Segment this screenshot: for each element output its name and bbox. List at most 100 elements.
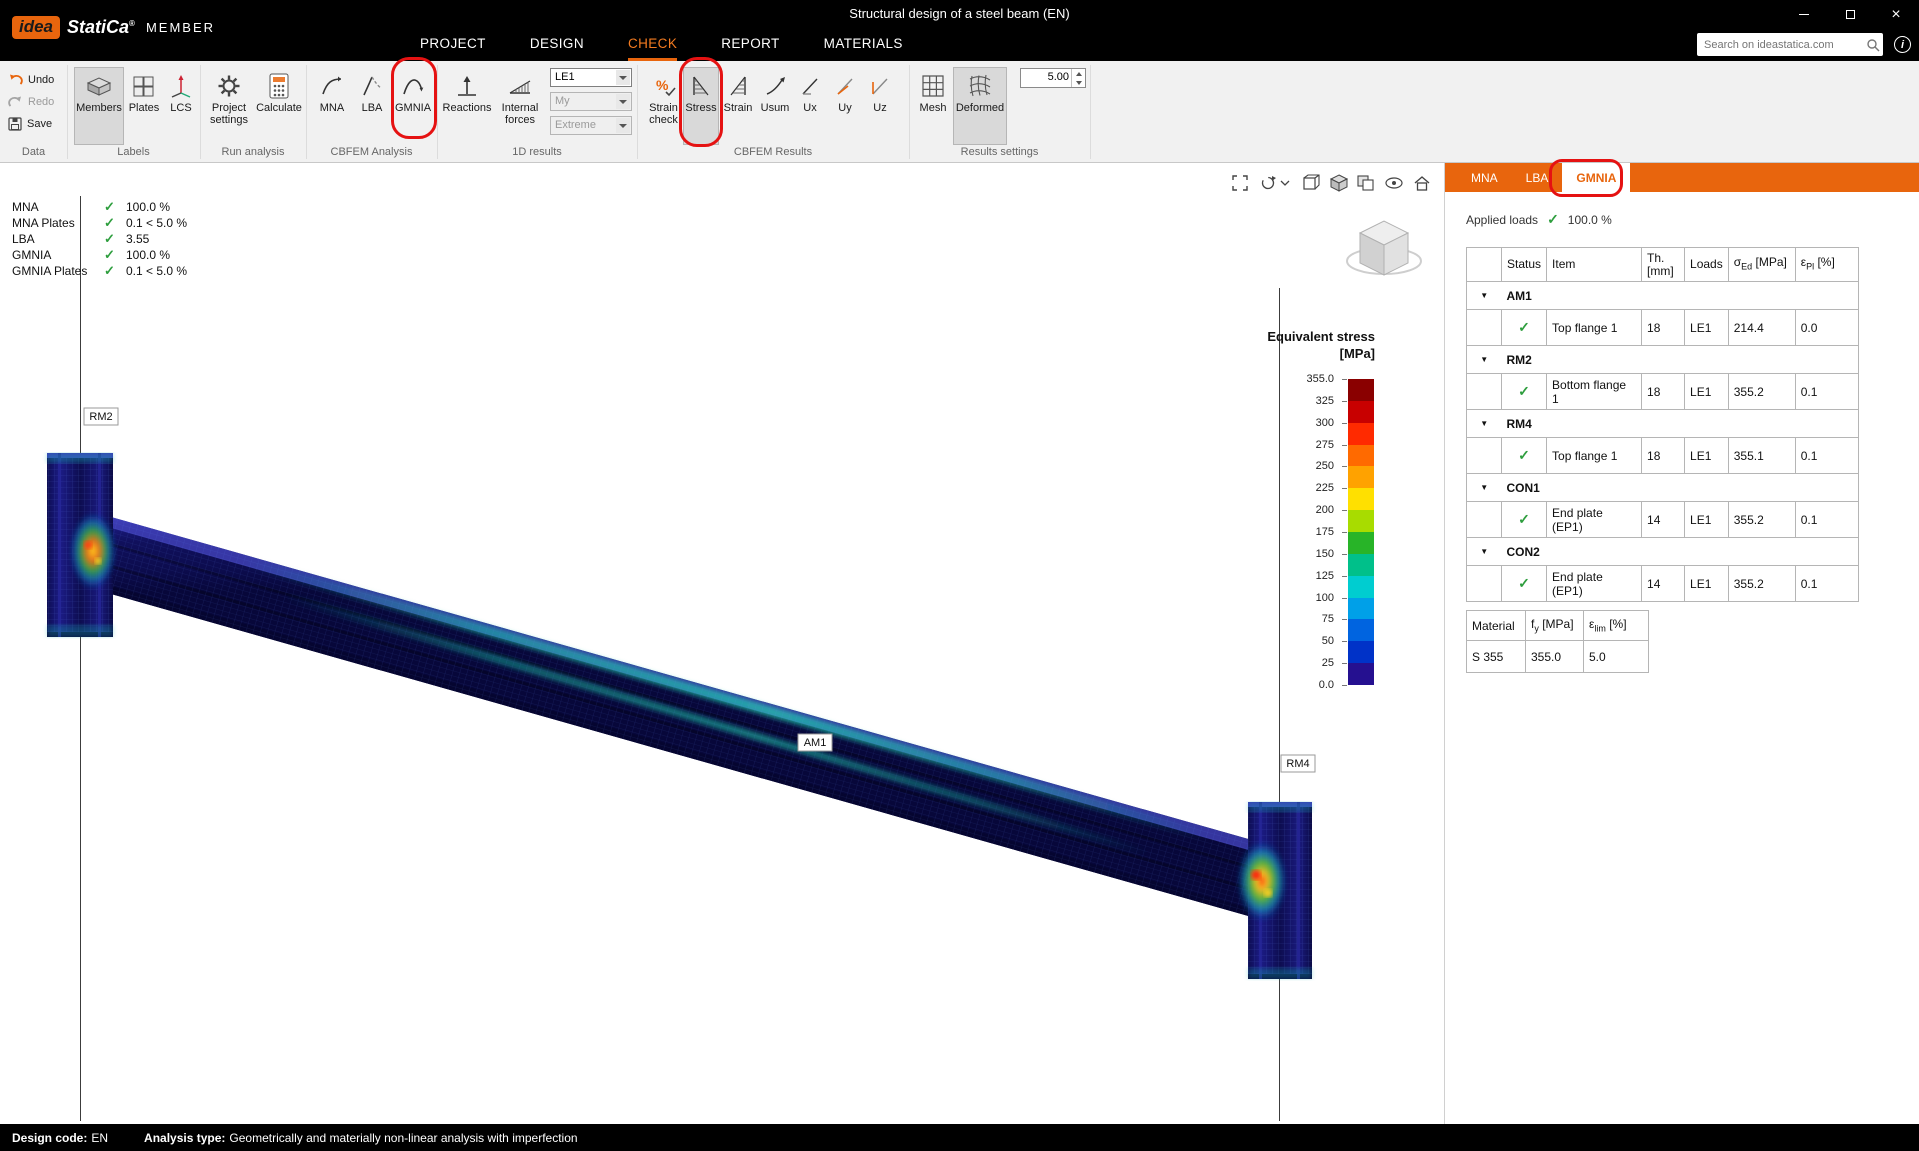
menu-item-project[interactable]: PROJECT — [420, 28, 486, 61]
ux-icon — [799, 70, 821, 102]
group-label-run-analysis: Run analysis — [200, 146, 306, 158]
search-input[interactable] — [1697, 39, 1863, 51]
legend-tick-label: 125 — [1254, 570, 1334, 582]
ribbon-separator — [437, 65, 438, 159]
view-faces-button[interactable] — [1354, 173, 1378, 193]
menu-item-report[interactable]: REPORT — [721, 28, 779, 61]
column-rm4[interactable] — [1236, 802, 1312, 979]
result-row[interactable]: ✓Bottom flange 118LE1355.20.1 — [1467, 374, 1859, 410]
expander-icon[interactable]: ▼ — [1467, 410, 1502, 438]
tab-lba[interactable]: LBA — [1512, 163, 1563, 192]
ribbon-separator — [200, 65, 201, 159]
plates-toggle[interactable]: Plates — [127, 68, 161, 144]
result-row[interactable]: ✓Top flange 118LE1214.40.0 — [1467, 310, 1859, 346]
expander-icon[interactable]: ▼ — [1467, 474, 1502, 502]
model-viewport[interactable]: RM2 AM1 RM4 MNA✓100.0 %MNA Plates✓0.1 < … — [0, 163, 1444, 1124]
window-title: Structural design of a steel beam (EN) — [0, 6, 1919, 21]
orbit-button[interactable] — [1256, 173, 1280, 193]
ribbon-separator — [637, 65, 638, 159]
status-bar: Design code:EN Analysis type:Geometrical… — [0, 1124, 1919, 1151]
col-sigma: σEd [MPa] — [1728, 248, 1795, 282]
legend-tick-label: 75 — [1254, 613, 1334, 625]
result-row[interactable]: ✓Top flange 118LE1355.10.1 — [1467, 438, 1859, 474]
group-label-1d-results: 1D results — [437, 146, 637, 158]
chevron-down-icon[interactable] — [1278, 173, 1292, 193]
zoom-fit-button[interactable] — [1228, 173, 1252, 193]
expander-icon[interactable]: ▼ — [1467, 282, 1502, 310]
minimize-button[interactable] — [1781, 0, 1827, 29]
uy-button[interactable]: Uy — [831, 68, 859, 144]
component-select[interactable]: My — [550, 92, 632, 111]
legend-tick-mark — [1342, 445, 1347, 446]
calculate-button[interactable]: Calculate — [255, 68, 303, 144]
home-view-button[interactable] — [1410, 173, 1434, 193]
check-icon: ✓ — [104, 199, 126, 215]
status-row-lba: LBA✓3.55 — [12, 231, 187, 247]
tab-mna[interactable]: MNA — [1457, 163, 1512, 192]
undo-button[interactable]: Undo — [8, 71, 54, 88]
material-row[interactable]: S 355 355.0 5.0 — [1467, 641, 1649, 673]
close-button[interactable]: × — [1873, 0, 1919, 29]
result-group-am1[interactable]: ▼AM1 — [1467, 282, 1859, 310]
menu-item-check[interactable]: CHECK — [628, 28, 677, 61]
column-rm2[interactable] — [47, 453, 117, 637]
mesh-toggle[interactable]: Mesh — [915, 68, 951, 144]
uy-icon — [834, 70, 856, 102]
undo-icon — [8, 73, 23, 87]
maximize-button[interactable] — [1827, 0, 1873, 29]
deformed-scale-spinner[interactable]: 5.00 — [1020, 68, 1086, 88]
legend-tick-label: 225 — [1254, 482, 1334, 494]
info-icon[interactable]: i — [1894, 36, 1911, 53]
mesh-icon — [921, 70, 945, 102]
lba-button[interactable]: LBA — [354, 68, 390, 144]
view-front-button[interactable] — [1300, 173, 1324, 193]
ux-button[interactable]: Ux — [796, 68, 824, 144]
redo-button[interactable]: Redo — [8, 93, 54, 110]
col-eps-lim: εlim [%] — [1584, 611, 1649, 641]
result-row[interactable]: ✓End plate (EP1)14LE1355.20.1 — [1467, 566, 1859, 602]
view-axonometry-button[interactable] — [1327, 173, 1351, 193]
material-table: Material fy [MPa] εlim [%] S 355 355.0 5… — [1466, 610, 1649, 673]
expander-icon[interactable]: ▼ — [1467, 346, 1502, 374]
extreme-select[interactable]: Extreme — [550, 116, 632, 135]
uz-button[interactable]: Uz — [866, 68, 894, 144]
result-group-con2[interactable]: ▼CON2 — [1467, 538, 1859, 566]
navigation-cube[interactable] — [1347, 221, 1421, 275]
idea-logo-mark: idea — [12, 16, 60, 39]
strain-button[interactable]: Strain — [721, 68, 755, 144]
check-icon: ✓ — [104, 215, 126, 231]
result-row[interactable]: ✓End plate (EP1)14LE1355.20.1 — [1467, 502, 1859, 538]
stress-hotspot-left — [69, 511, 117, 591]
expander-icon[interactable]: ▼ — [1467, 538, 1502, 566]
menu-item-materials[interactable]: MATERIALS — [824, 28, 903, 61]
model-3d-scene[interactable]: RM2 AM1 RM4 — [0, 163, 1444, 1124]
usum-button[interactable]: Usum — [757, 68, 793, 144]
legend-band — [1348, 510, 1374, 532]
mna-button[interactable]: MNA — [313, 68, 351, 144]
col-expander — [1467, 248, 1502, 282]
perspective-eye-button[interactable] — [1382, 173, 1406, 193]
strain-check-button[interactable]: % Strain check — [645, 68, 682, 144]
save-button[interactable]: Save — [8, 115, 52, 132]
result-group-rm4[interactable]: ▼RM4 — [1467, 410, 1859, 438]
beam-member-am1[interactable] — [104, 515, 1266, 921]
load-effect-select[interactable]: LE1 — [550, 68, 632, 87]
spinner-arrows[interactable] — [1071, 69, 1085, 87]
gmnia-button[interactable]: GMNIA — [394, 68, 432, 144]
project-settings-button[interactable]: Project settings — [206, 68, 252, 144]
deformed-toggle[interactable]: Deformed — [954, 68, 1006, 144]
chevron-down-icon — [616, 94, 630, 109]
menu-item-design[interactable]: DESIGN — [530, 28, 584, 61]
stress-button[interactable]: Stress — [684, 68, 718, 144]
legend-tick-label: 25 — [1254, 657, 1334, 669]
member-label-rm2: RM2 — [84, 408, 118, 425]
tab-gmnia[interactable]: GMNIA — [1562, 163, 1630, 192]
result-group-rm2[interactable]: ▼RM2 — [1467, 346, 1859, 374]
members-toggle[interactable]: Members — [75, 68, 123, 144]
result-group-con1[interactable]: ▼CON1 — [1467, 474, 1859, 502]
search-box[interactable] — [1697, 33, 1883, 56]
lcs-toggle[interactable]: LCS — [164, 68, 198, 144]
legend-band — [1348, 445, 1374, 467]
reactions-button[interactable]: Reactions — [443, 68, 491, 144]
internal-forces-button[interactable]: Internal forces — [494, 68, 546, 144]
